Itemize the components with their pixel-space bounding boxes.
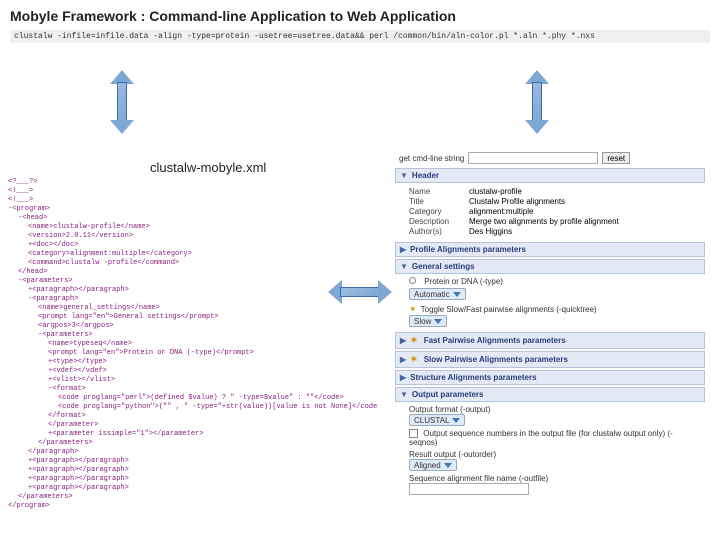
- output-format-select[interactable]: CLUSTAL: [409, 414, 465, 426]
- gear-icon: ✶: [409, 304, 417, 314]
- cmdline-string-label: get cmd-line string: [399, 154, 464, 163]
- chevron-down-icon: ▼: [400, 262, 408, 271]
- seqalign-label: Sequence alignment file name (-outfile): [409, 474, 699, 483]
- section-header-profile[interactable]: ▶ Profile Alignments parameters: [395, 242, 705, 257]
- radio-protein[interactable]: [409, 277, 416, 284]
- section-title: Slow Pairwise Alignments parameters: [424, 355, 568, 364]
- gear-icon: ✶: [410, 354, 418, 365]
- section-title: Structure Alignments parameters: [410, 373, 536, 382]
- form-toprow: get cmd-line string reset: [395, 150, 705, 166]
- kv-value: Merge two alignments by profile alignmen…: [469, 217, 619, 226]
- section-title: General settings: [412, 262, 475, 271]
- type-value: Automatic: [414, 290, 450, 299]
- chevron-right-icon: ▶: [400, 336, 406, 345]
- seqnos-label: Output sequence numbers in the output fi…: [409, 429, 673, 447]
- chevron-right-icon: ▶: [400, 245, 406, 254]
- output-format-value: CLUSTAL: [414, 416, 449, 425]
- section-header-fast[interactable]: ▶ ✶ Fast Pairwise Alignments parameters: [395, 332, 705, 349]
- reset-button[interactable]: reset: [602, 152, 630, 164]
- chevron-right-icon: ▶: [400, 355, 406, 364]
- gear-icon: ✶: [410, 335, 418, 346]
- xml-panel: <?___?><!___><!___>-<program>-<head><nam…: [8, 178, 378, 528]
- kv-value: Clustalw Profile alignments: [469, 197, 565, 206]
- command-line-bar: clustalw -infile=infile.data -align -typ…: [10, 30, 710, 43]
- toggle-value: Slow: [414, 317, 431, 326]
- arrow-form-icon: [525, 72, 549, 132]
- type-label: Protein or DNA (-type): [424, 277, 503, 286]
- header-body: Name clustalw-profile Title Clustalw Profil…: [395, 183, 705, 240]
- output-format-label: Output format (-output): [409, 405, 699, 414]
- cmdline-string-input[interactable]: [468, 152, 598, 164]
- toggle-label: Toggle Slow/Fast pairwise alignments (-q…: [421, 305, 597, 314]
- arrow-xml-icon: [110, 72, 134, 132]
- output-body: Output format (-output) CLUSTAL Output s…: [395, 402, 705, 498]
- kv-key: Description: [409, 217, 465, 226]
- chevron-right-icon: ▶: [400, 373, 406, 382]
- section-header-slow[interactable]: ▶ ✶ Slow Pairwise Alignments parameters: [395, 351, 705, 368]
- seqnos-checkbox[interactable]: [409, 429, 418, 438]
- type-select[interactable]: Automatic: [409, 288, 466, 300]
- toggle-select[interactable]: Slow: [409, 315, 447, 327]
- chevron-down-icon: ▼: [400, 390, 408, 399]
- kv-key: Name: [409, 187, 465, 196]
- section-header-general[interactable]: ▼ General settings: [395, 259, 705, 274]
- section-header-header[interactable]: ▼ Header: [395, 168, 705, 183]
- section-header-output[interactable]: ▼ Output parameters: [395, 387, 705, 402]
- arrow-between-icon: [330, 280, 390, 304]
- general-body: Protein or DNA (-type) Automatic ✶ Toggl…: [395, 274, 705, 330]
- kv-value: Des Higgins: [469, 227, 512, 236]
- section-header-structure[interactable]: ▶ Structure Alignments parameters: [395, 370, 705, 385]
- section-title: Header: [412, 171, 439, 180]
- webform-panel: get cmd-line string reset ▼ Header Namec…: [395, 150, 705, 498]
- result-value: Aligned: [414, 461, 441, 470]
- kv-key: Title: [409, 197, 465, 206]
- section-title: Profile Alignments parameters: [410, 245, 526, 254]
- kv-value: clustalw-profile: [469, 187, 522, 196]
- chevron-down-icon: [452, 418, 460, 423]
- kv-key: Author(s): [409, 227, 465, 236]
- seqalign-input[interactable]: [409, 483, 529, 495]
- section-title: Fast Pairwise Alignments parameters: [424, 336, 566, 345]
- page-title: Mobyle Framework : Command-line Applicat…: [0, 0, 720, 28]
- chevron-down-icon: [434, 319, 442, 324]
- chevron-down-icon: ▼: [400, 171, 408, 180]
- section-title: Output parameters: [412, 390, 484, 399]
- result-label: Result output (-outorder): [409, 450, 699, 459]
- kv-key: Category: [409, 207, 465, 216]
- chevron-down-icon: [444, 463, 452, 468]
- result-select[interactable]: Aligned: [409, 459, 457, 471]
- xml-caption: clustalw-mobyle.xml: [150, 160, 266, 175]
- kv-value: alignment:multiple: [469, 207, 533, 216]
- chevron-down-icon: [453, 292, 461, 297]
